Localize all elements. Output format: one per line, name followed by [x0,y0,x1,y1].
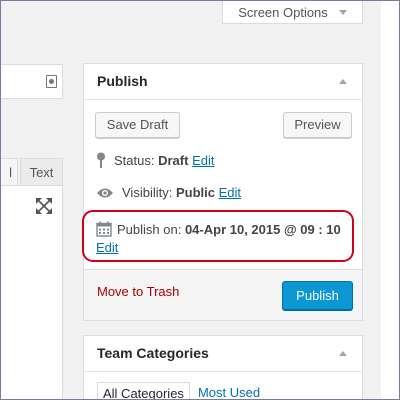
visibility-value: Public [175,185,215,200]
caret-down-icon [338,9,347,15]
calendar-icon [96,221,112,237]
editor-tabs: l Text [1,158,63,186]
eye-icon [96,187,114,199]
publish-on-row: Publish on: 04-Apr 10, 2015 @ 09 : 10 [96,221,341,237]
publish-actions: Move to Trash Publish [84,269,362,320]
screen-options-label: Screen Options [238,4,328,20]
team-categories-header[interactable]: Team Categories [84,336,362,372]
tab-all-categories[interactable]: All Categories [97,382,190,399]
fullscreen-expand-icon[interactable] [35,197,53,215]
editor-body[interactable] [1,185,63,399]
visibility-edit-link[interactable]: Edit [219,185,241,200]
category-tabs: All Categories Most Used [97,382,268,399]
add-media-icon[interactable] [46,75,57,88]
tab-most-used[interactable]: Most Used [190,382,268,399]
wp-editor-screen: Screen Options l Text Publish Save Draft… [0,0,400,400]
publish-on-value: 04-Apr 10, 2015 @ 09 : 10 [184,221,341,237]
visibility-label: Visibility: [122,185,173,200]
tab-visual[interactable]: l [1,158,18,186]
publish-box: Publish Save Draft Preview Status: Draft… [82,63,363,321]
status-row: Status: Draft Edit [96,152,214,168]
pin-icon [96,152,106,168]
status-edit-link[interactable]: Edit [192,153,214,168]
move-to-trash-link[interactable]: Move to Trash [97,284,179,299]
preview-button[interactable]: Preview [283,112,352,138]
team-categories-title: Team Categories [97,345,209,361]
editor-toolbar-strip [1,64,63,99]
screen-options-button[interactable]: Screen Options [222,1,363,24]
collapse-caret-icon[interactable] [339,79,347,84]
visibility-row: Visibility: Public Edit [96,185,241,200]
save-draft-button[interactable]: Save Draft [95,112,180,138]
publish-button[interactable]: Publish [282,281,353,310]
collapse-caret-icon[interactable] [339,351,347,356]
publish-box-title: Publish [97,73,148,89]
status-value: Draft [158,152,189,168]
publish-on-label: Publish on: [117,221,182,237]
team-categories-box: Team Categories All Categories Most Used [83,335,363,399]
right-margin [381,1,399,399]
status-label: Status: [114,152,155,168]
publish-on-edit-link[interactable]: Edit [96,240,118,255]
tab-text[interactable]: Text [20,158,63,186]
publish-box-header[interactable]: Publish [84,64,362,100]
